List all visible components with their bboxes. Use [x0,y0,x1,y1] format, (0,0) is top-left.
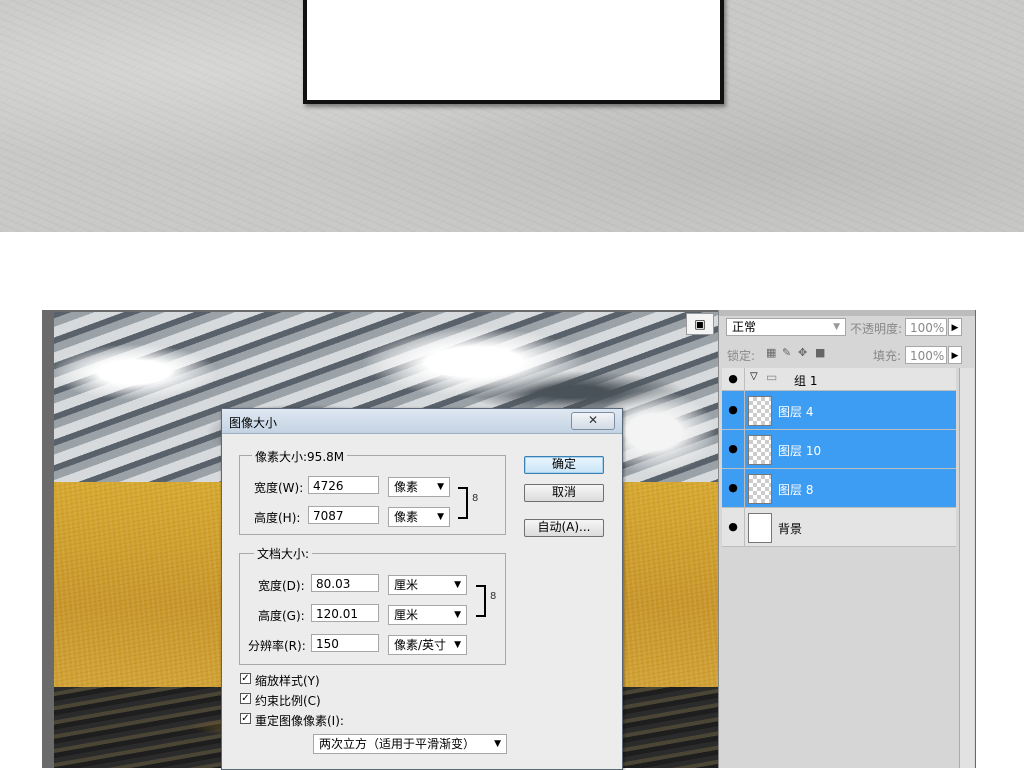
layer-thumbnail [748,396,772,426]
chevron-down-icon: ▼ [437,482,444,492]
lock-brush-icon[interactable]: ✎ [782,346,791,359]
eye-icon[interactable]: ● [722,368,745,390]
layer-name: 背景 [778,522,803,536]
resample-label: 重定图像像素(I): [255,714,344,728]
cancel-button[interactable]: 取消 [524,484,604,502]
pixel-height-input[interactable]: 7087 [308,506,379,524]
scale-styles-checkbox[interactable]: ✓ [240,673,251,684]
chain-link-icon: 8 [472,493,479,504]
opacity-label: 不透明度: [850,322,903,336]
ok-button[interactable]: 确定 [524,456,604,474]
folder-icon: ▭ [766,370,778,384]
blend-mode: 正常 [732,320,757,334]
pixel-link-bracket [458,487,468,519]
doc-width-label: 宽度(D): [258,579,305,593]
pixel-width-unit: 像素 [394,480,419,494]
resample-checkbox[interactable]: ✓ [240,713,251,724]
dialog-titlebar: 图像大小 ✕ [222,409,622,434]
doc-width-input[interactable]: 80.03 [311,574,379,592]
layer-name: 图层 4 [778,405,814,419]
panel-menu-icon[interactable]: ▣ [686,313,714,335]
scale-styles-label: 缩放样式(Y) [255,674,320,688]
pixel-height-unit: 像素 [394,510,419,524]
layer-thumbnail [748,435,772,465]
pixel-width-input[interactable]: 4726 [308,476,379,494]
auto-button[interactable]: 自动(A)... [524,519,604,537]
lock-label: 锁定: [727,349,756,363]
pixel-dimensions-legend: 像素大小:95.8M [252,448,348,465]
eye-icon[interactable]: ● [722,508,745,546]
group-name: 组 1 [794,374,818,388]
chevron-down-icon: ▼ [494,739,501,749]
layer-row[interactable]: ● 图层 4 [722,391,956,430]
resolution-input[interactable]: 150 [311,634,379,652]
doc-height-unit: 厘米 [394,608,419,622]
layers-scrollbar[interactable] [959,368,974,768]
resolution-label: 分辨率(R): [248,639,306,653]
opacity-input[interactable]: 100% [905,318,947,336]
fill-label: 填充: [873,349,902,363]
pixel-height-label: 高度(H): [254,511,301,525]
chevron-down-icon: ▼ [437,512,444,522]
constrain-proportions-checkbox[interactable]: ✓ [240,693,251,704]
image-size-dialog: 图像大小 ✕ 像素大小:95.8M 宽度(W): 4726 像素 ▼ 高度(H):… [221,408,623,770]
fill-input[interactable]: 100% [905,346,947,364]
chevron-down-icon: ▼ [454,640,461,650]
layers-panel: 正常 ▼ 不透明度: 100% ▶ 锁定: ▦ ✎ ✥ ■ 填充: 100% ▶ … [718,310,975,768]
lock-transparency-icon[interactable]: ▦ [766,346,776,359]
blend-mode-select[interactable]: 正常 ▼ [726,318,846,336]
chevron-down-icon: ▼ [454,610,461,620]
pixel-width-label: 宽度(W): [254,481,304,495]
layer-row-background[interactable]: ● 背景 [722,508,956,547]
layer-name: 图层 8 [778,483,814,497]
eye-icon[interactable]: ● [722,469,745,507]
doc-height-input[interactable]: 120.01 [311,604,379,622]
doc-link-bracket [476,585,486,617]
doc-width-unit-select[interactable]: 厘米 ▼ [388,575,467,595]
chevron-down-icon: ▼ [454,580,461,590]
dialog-title: 图像大小 [229,416,278,430]
chain-link-icon: 8 [490,591,497,602]
resample-method-select[interactable]: 两次立方（适用于平滑渐变） ▼ [313,734,507,754]
lock-all-icon[interactable]: ■ [815,346,825,359]
fill-arrow-icon[interactable]: ▶ [948,346,962,364]
lock-move-icon[interactable]: ✥ [798,346,807,359]
layer-thumbnail [748,474,772,504]
concrete-wall-photo [0,0,1024,232]
resolution-unit: 像素/英寸 [394,638,447,652]
layer-row[interactable]: ● 图层 10 [722,430,956,469]
panel-tab-strip [719,310,975,316]
opacity-arrow-icon[interactable]: ▶ [948,318,962,336]
layer-row[interactable]: ● 图层 8 [722,469,956,508]
doc-width-unit: 厘米 [394,578,419,592]
constrain-proportions-label: 约束比例(C) [255,694,321,708]
pixel-width-unit-select[interactable]: 像素 ▼ [388,477,450,497]
doc-height-label: 高度(G): [258,609,305,623]
document-size-legend: 文档大小: [254,545,313,562]
expand-triangle-icon[interactable]: ▽ [750,371,758,382]
resample-method: 两次立方（适用于平滑渐变） [319,737,476,751]
resolution-unit-select[interactable]: 像素/英寸 ▼ [388,635,467,655]
pixel-height-unit-select[interactable]: 像素 ▼ [388,507,450,527]
doc-height-unit-select[interactable]: 厘米 ▼ [388,605,467,625]
eye-icon[interactable]: ● [722,430,745,468]
layer-name: 图层 10 [778,444,822,458]
white-picture-frame [303,0,724,104]
chevron-down-icon: ▼ [833,322,840,332]
layer-thumbnail [748,513,772,543]
close-button[interactable]: ✕ [571,412,615,430]
eye-icon[interactable]: ● [722,391,745,429]
layer-group-1[interactable]: ● ▽ ▭ 组 1 [722,368,956,391]
